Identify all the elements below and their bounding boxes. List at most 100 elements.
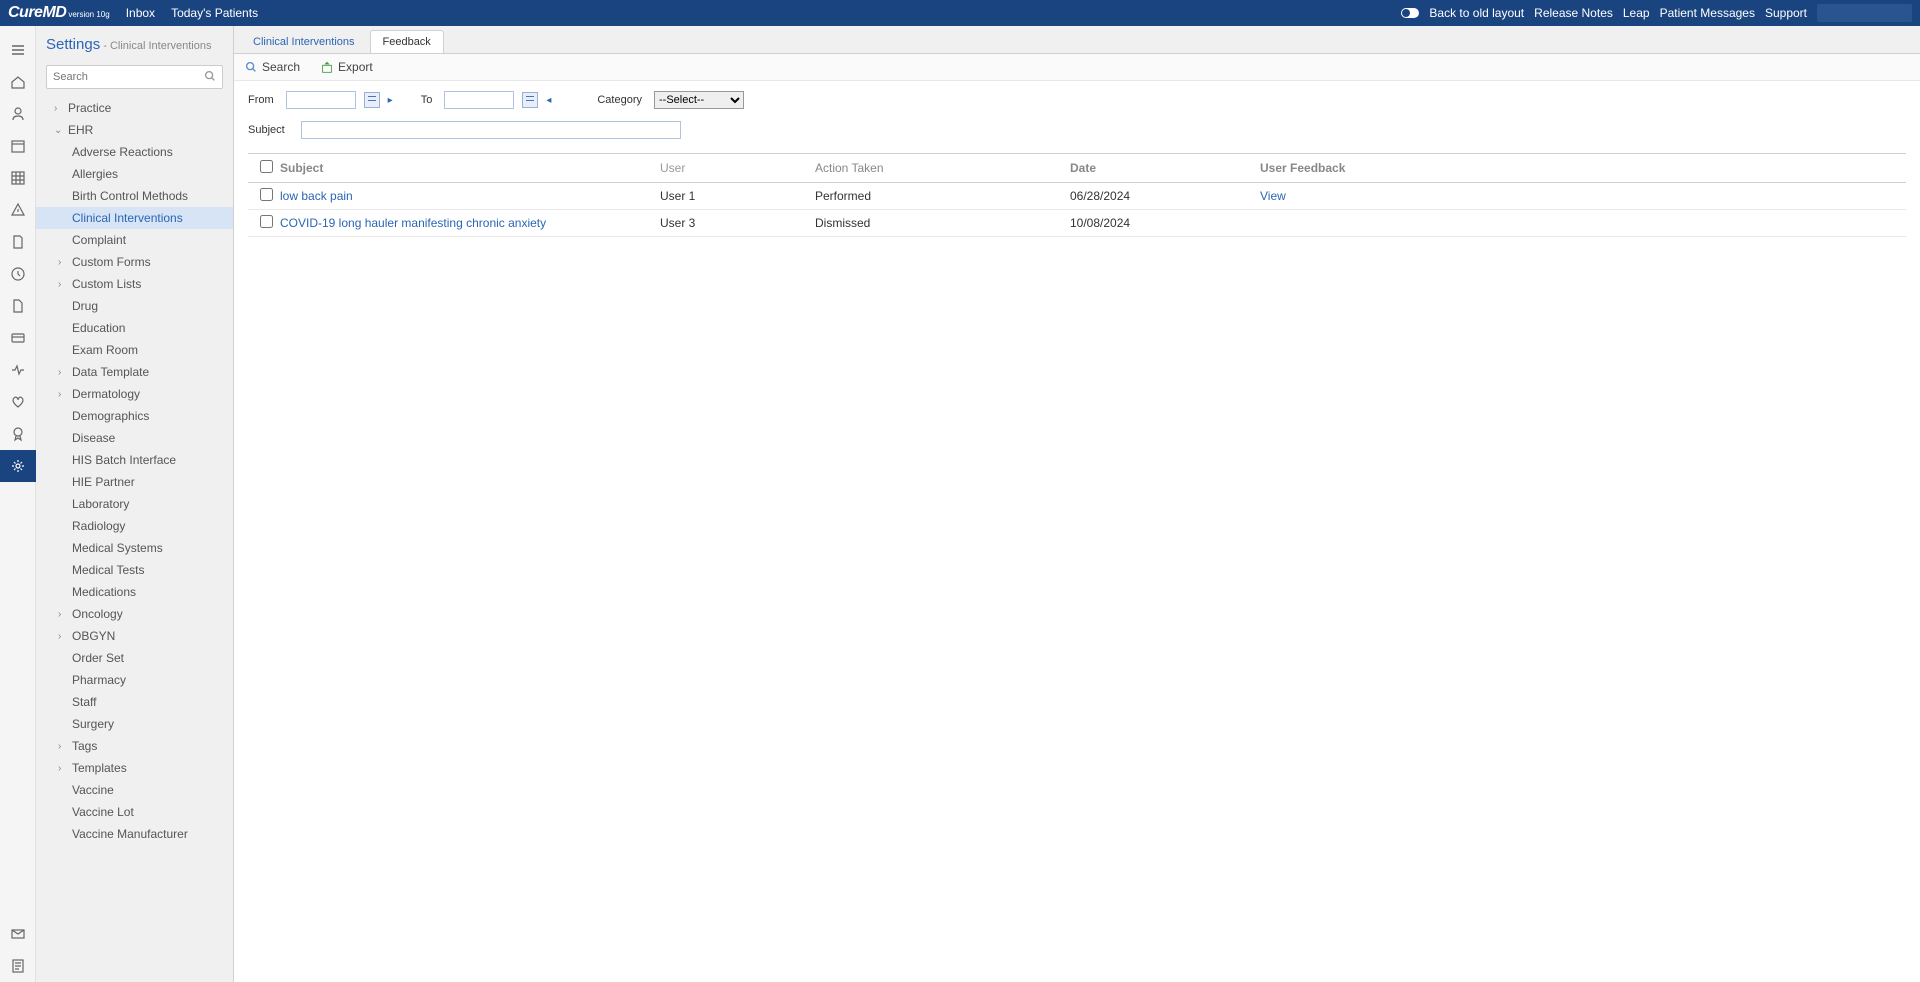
select-all-checkbox[interactable]	[260, 160, 273, 173]
from-next-icon[interactable]: ▸	[388, 95, 393, 106]
mail-icon[interactable]	[0, 918, 36, 950]
to-date-input[interactable]	[444, 91, 514, 109]
tree-item-data-template[interactable]: ›Data Template	[36, 361, 233, 383]
subject-input[interactable]	[301, 121, 681, 139]
sidebar-search-input[interactable]	[46, 65, 223, 89]
tree-item-custom-lists[interactable]: ›Custom Lists	[36, 273, 233, 295]
tree-item-medications[interactable]: Medications	[36, 581, 233, 603]
header-feedback[interactable]: User Feedback	[1260, 161, 1380, 175]
tree-item-complaint[interactable]: Complaint	[36, 229, 233, 251]
tree-item-practice[interactable]: ›Practice	[36, 97, 233, 119]
chevron-right-icon[interactable]: ›	[58, 631, 68, 642]
tree-item-templates[interactable]: ›Templates	[36, 757, 233, 779]
link-patient-messages[interactable]: Patient Messages	[1660, 6, 1755, 20]
tree-item-birth-control-methods[interactable]: Birth Control Methods	[36, 185, 233, 207]
activity-icon[interactable]	[0, 354, 36, 386]
header-subject[interactable]: Subject	[280, 161, 660, 175]
from-date-input[interactable]	[286, 91, 356, 109]
file-icon[interactable]	[0, 290, 36, 322]
tree-item-order-set[interactable]: Order Set	[36, 647, 233, 669]
chevron-right-icon[interactable]: ›	[58, 257, 68, 268]
header-user[interactable]: User	[660, 161, 815, 175]
tree-item-surgery[interactable]: Surgery	[36, 713, 233, 735]
to-prev-icon[interactable]: ◂	[546, 95, 551, 106]
grid-icon[interactable]	[0, 162, 36, 194]
tree-item-dermatology[interactable]: ›Dermatology	[36, 383, 233, 405]
heart-icon[interactable]	[0, 386, 36, 418]
chevron-right-icon[interactable]: ›	[58, 741, 68, 752]
tree-item-pharmacy[interactable]: Pharmacy	[36, 669, 233, 691]
tree-item-obgyn[interactable]: ›OBGYN	[36, 625, 233, 647]
tree-item-medical-systems[interactable]: Medical Systems	[36, 537, 233, 559]
chevron-right-icon[interactable]: ›	[58, 367, 68, 378]
tree-item-vaccine-lot[interactable]: Vaccine Lot	[36, 801, 233, 823]
row-checkbox[interactable]	[260, 215, 273, 228]
link-support[interactable]: Support	[1765, 6, 1807, 20]
tree-item-adverse-reactions[interactable]: Adverse Reactions	[36, 141, 233, 163]
tab-feedback[interactable]: Feedback	[370, 30, 444, 53]
cell-action: Performed	[815, 189, 1070, 203]
chevron-right-icon[interactable]: ›	[54, 103, 64, 114]
category-select[interactable]: --Select--	[654, 91, 744, 109]
tree-item-his-batch-interface[interactable]: HIS Batch Interface	[36, 449, 233, 471]
subject-link[interactable]: low back pain	[280, 189, 353, 203]
tree-item-vaccine-manufacturer[interactable]: Vaccine Manufacturer	[36, 823, 233, 845]
tree-item-demographics[interactable]: Demographics	[36, 405, 233, 427]
subject-link[interactable]: COVID-19 long hauler manifesting chronic…	[280, 216, 546, 230]
chevron-right-icon[interactable]: ›	[58, 609, 68, 620]
menu-icon[interactable]	[0, 34, 36, 66]
tree-item-laboratory[interactable]: Laboratory	[36, 493, 233, 515]
settings-icon[interactable]	[0, 450, 36, 482]
home-icon[interactable]	[0, 66, 36, 98]
chevron-down-icon[interactable]: ⌄	[54, 125, 64, 136]
export-button[interactable]: Export	[320, 60, 373, 74]
tree-item-drug[interactable]: Drug	[36, 295, 233, 317]
layout-toggle[interactable]	[1401, 8, 1419, 18]
tree-item-custom-forms[interactable]: ›Custom Forms	[36, 251, 233, 273]
tree-item-staff[interactable]: Staff	[36, 691, 233, 713]
to-calendar-icon[interactable]	[522, 92, 538, 108]
tree-item-medical-tests[interactable]: Medical Tests	[36, 559, 233, 581]
tree-item-radiology[interactable]: Radiology	[36, 515, 233, 537]
view-feedback-link[interactable]: View	[1260, 189, 1286, 203]
document-icon[interactable]	[0, 226, 36, 258]
tree-item-education[interactable]: Education	[36, 317, 233, 339]
search-icon[interactable]	[203, 69, 217, 86]
tab-clinical-interventions[interactable]: Clinical Interventions	[240, 30, 368, 53]
chevron-right-icon[interactable]: ›	[58, 763, 68, 774]
tree-item-vaccine[interactable]: Vaccine	[36, 779, 233, 801]
tree-item-ehr[interactable]: ⌄ EHR	[36, 119, 233, 141]
from-calendar-icon[interactable]	[364, 92, 380, 108]
search-button[interactable]: Search	[244, 60, 300, 74]
tree-item-exam-room[interactable]: Exam Room	[36, 339, 233, 361]
sidebar-search	[46, 65, 223, 89]
tree-item-label: EHR	[68, 123, 93, 137]
badge-icon[interactable]	[0, 418, 36, 450]
warning-icon[interactable]	[0, 194, 36, 226]
notes-icon[interactable]	[0, 950, 36, 982]
nav-todays-patients[interactable]: Today's Patients	[171, 6, 258, 20]
header-action[interactable]: Action Taken	[815, 161, 1070, 175]
tree-item-label: HIE Partner	[72, 475, 135, 489]
chevron-right-icon[interactable]: ›	[58, 389, 68, 400]
export-icon	[320, 60, 334, 74]
chevron-right-icon[interactable]: ›	[58, 279, 68, 290]
link-release-notes[interactable]: Release Notes	[1534, 6, 1613, 20]
link-back-to-old-layout[interactable]: Back to old layout	[1429, 6, 1524, 20]
tree-item-allergies[interactable]: Allergies	[36, 163, 233, 185]
user-menu[interactable]	[1817, 4, 1912, 22]
tree-item-hie-partner[interactable]: HIE Partner	[36, 471, 233, 493]
link-leap[interactable]: Leap	[1623, 6, 1650, 20]
row-checkbox[interactable]	[260, 188, 273, 201]
card-icon[interactable]	[0, 322, 36, 354]
clock-icon[interactable]	[0, 258, 36, 290]
tree-item-clinical-interventions[interactable]: Clinical Interventions	[36, 207, 233, 229]
calendar-icon[interactable]	[0, 130, 36, 162]
tab-bar: Clinical Interventions Feedback	[234, 26, 1920, 54]
nav-inbox[interactable]: Inbox	[126, 6, 155, 20]
tree-item-oncology[interactable]: ›Oncology	[36, 603, 233, 625]
person-icon[interactable]	[0, 98, 36, 130]
header-date[interactable]: Date	[1070, 161, 1260, 175]
tree-item-disease[interactable]: Disease	[36, 427, 233, 449]
tree-item-tags[interactable]: ›Tags	[36, 735, 233, 757]
